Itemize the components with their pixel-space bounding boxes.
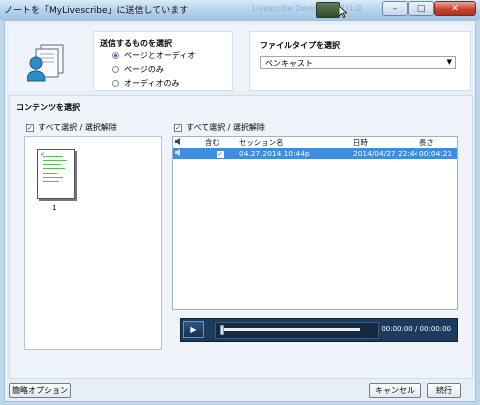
- file-type-select[interactable]: ペンキャスト ▼: [260, 56, 456, 69]
- file-type-value: ペンキャスト: [265, 59, 313, 68]
- mouse-cursor-icon: [339, 6, 347, 18]
- slider-handle[interactable]: [220, 325, 224, 335]
- row-session-name: 04.27.2014 10:44p: [237, 148, 351, 159]
- content-panel: コンテンツを選択 ✓ すべて選択 / 選択解除 ✓ 1 ✓ すべて選択 / 選択…: [9, 95, 473, 379]
- radio-audio-only[interactable]: オーディオのみ: [112, 77, 179, 89]
- column-session-name[interactable]: セッション名: [237, 137, 351, 148]
- taskbar-thumbnail-icon: [316, 2, 340, 18]
- radio-label: オーディオのみ: [124, 78, 180, 88]
- page-thumbnail[interactable]: ✓: [37, 149, 75, 199]
- button-bar: 簡略オプション キャンセル 続行: [5, 383, 475, 401]
- window-title: ノートを「MyLivescribe」に送信しています: [4, 6, 189, 16]
- continue-button[interactable]: 続行: [427, 383, 461, 398]
- maximize-icon: □: [416, 4, 426, 14]
- playback-progress-slider[interactable]: [215, 322, 379, 339]
- column-speaker[interactable]: [173, 137, 203, 148]
- pages-select-all[interactable]: ✓ すべて選択 / 選択解除: [26, 122, 117, 133]
- radio-unselected-icon: [112, 65, 119, 73]
- page-number: 1: [52, 204, 57, 212]
- row-speaker-cell: [173, 148, 203, 159]
- checkbox-checked-icon[interactable]: ✓: [26, 123, 34, 132]
- minimize-icon: –: [392, 4, 398, 14]
- sessions-select-all[interactable]: ✓ すべて選択 / 選択解除: [174, 122, 265, 133]
- speaker-icon: [175, 149, 180, 156]
- simple-options-button[interactable]: 簡略オプション: [9, 383, 71, 398]
- row-length: 00:04:21: [417, 148, 457, 159]
- send-what-heading: 送信するものを選択: [100, 39, 172, 48]
- title-bar[interactable]: ノートを「MyLivescribe」に送信しています Livescribe De…: [0, 0, 480, 20]
- speaker-icon: [175, 138, 180, 145]
- thumb-ink-line: [43, 177, 63, 178]
- radio-unselected-icon: [112, 79, 119, 87]
- radio-pages-only[interactable]: ページのみ: [112, 63, 164, 75]
- dialog-client-area: 送信するものを選択 ページとオーディオ ページのみ オーディオのみ ファイルタイ…: [4, 20, 476, 402]
- table-row[interactable]: ✓ 04.27.2014 10:44p 2014/04/27 22:44 00:…: [173, 148, 457, 159]
- thumb-ink-line: [43, 164, 61, 165]
- column-length[interactable]: 長さ: [417, 137, 457, 148]
- play-button[interactable]: ▶: [183, 321, 204, 338]
- checkbox-checked-icon[interactable]: ✓: [216, 150, 224, 158]
- column-date[interactable]: 日時: [351, 137, 417, 148]
- table-header-row: 含む セッション名 日時 長さ: [173, 137, 457, 148]
- close-icon: ✕: [451, 4, 459, 14]
- user-documents-icon: [27, 44, 64, 82]
- send-options-panel: 送信するものを選択 ページとオーディオ ページのみ オーディオのみ ファイルタイ…: [9, 25, 471, 91]
- page-thumbnails-list[interactable]: ✓ 1: [24, 136, 162, 350]
- thumb-ink-line: [43, 168, 65, 169]
- checkbox-checked-icon[interactable]: ✓: [174, 123, 182, 132]
- thumb-ink-line: [43, 181, 59, 182]
- file-type-heading: ファイルタイプを選択: [260, 41, 340, 50]
- progress-track: [220, 328, 360, 331]
- sessions-table: 含む セッション名 日時 長さ ✓ 04.27.2014 10:44p 2014…: [173, 137, 457, 159]
- cancel-button[interactable]: キャンセル: [369, 383, 421, 398]
- thumb-ink-line: [43, 156, 63, 157]
- maximize-button[interactable]: □: [408, 1, 434, 16]
- sessions-select-all-label: すべて選択 / 選択解除: [186, 123, 265, 132]
- pages-select-all-label: すべて選択 / 選択解除: [38, 123, 117, 132]
- audio-player: ▶ 00:00:00 / 00:00:00: [180, 318, 458, 342]
- row-include-cell: ✓: [203, 148, 237, 159]
- play-icon: ▶: [190, 325, 197, 334]
- content-heading: コンテンツを選択: [16, 103, 80, 112]
- minimize-button[interactable]: –: [382, 1, 408, 16]
- sessions-table-container[interactable]: 含む セッション名 日時 長さ ✓ 04.27.2014 10:44p 2014…: [172, 136, 458, 310]
- radio-label: ページのみ: [124, 64, 164, 74]
- radio-pages-and-audio[interactable]: ページとオーディオ: [112, 49, 195, 61]
- chevron-down-icon: ▼: [446, 58, 452, 66]
- playback-time: 00:00:00 / 00:00:00: [381, 325, 451, 333]
- row-date: 2014/04/27 22:44: [351, 148, 417, 159]
- thumb-ink-line: [43, 173, 57, 174]
- send-what-group: 送信するものを選択 ページとオーディオ ページのみ オーディオのみ: [93, 31, 233, 91]
- file-type-group: ファイルタイプを選択 ペンキャスト ▼: [249, 31, 471, 91]
- column-include[interactable]: 含む: [203, 137, 237, 148]
- radio-selected-icon: [112, 51, 119, 59]
- radio-label: ページとオーディオ: [124, 50, 196, 60]
- thumb-ink-line: [43, 160, 67, 161]
- close-button[interactable]: ✕: [434, 1, 476, 16]
